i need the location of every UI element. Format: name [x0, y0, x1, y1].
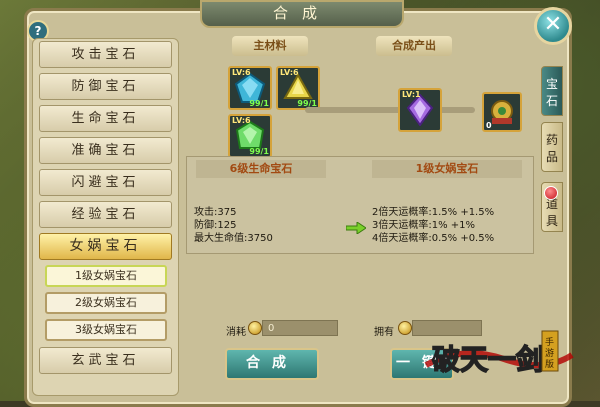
coin-icon [248, 321, 262, 335]
category-life-gem[interactable]: 生命宝石 [39, 105, 172, 132]
coin-icon [398, 321, 412, 335]
material-slot-blue-gem[interactable]: LV:6 99/1 [228, 66, 272, 110]
tab-gems[interactable]: 宝石 [541, 66, 563, 116]
subitem-nuwa-lv3[interactable]: 3级女娲宝石 [45, 319, 167, 341]
svg-text:版: 版 [545, 358, 554, 370]
source-gem-title: 6级生命宝石 [196, 160, 326, 178]
tab-gems-label: 宝石 [545, 77, 558, 108]
target-gem-title: 1级女娲宝石 [372, 160, 522, 178]
materials-header: 主材料 [232, 36, 308, 56]
output-header: 合成产出 [376, 36, 452, 56]
material-level: LV:6 [232, 116, 251, 125]
tab-items-label: 道具 [545, 197, 558, 228]
synthesis-track [305, 107, 475, 113]
tab-potions-label: 药品 [545, 133, 558, 164]
extra-item-slot[interactable]: 0 [482, 92, 522, 132]
subitem-nuwa-lv2[interactable]: 2级女娲宝石 [45, 292, 167, 314]
own-label: 拥有 [374, 327, 394, 338]
notification-dot [544, 186, 558, 200]
material-count: 99/1 [249, 147, 269, 156]
close-icon[interactable]: ✕ [534, 7, 572, 45]
category-nuwa-gem[interactable]: 女娲宝石 [39, 233, 172, 260]
category-defense-gem[interactable]: 防御宝石 [39, 73, 172, 100]
material-level: LV:6 [232, 68, 251, 77]
window-title: 合成 [200, 0, 404, 28]
svg-text:破天一剑: 破天一剑 [432, 343, 544, 376]
output-level: LV:1 [402, 90, 421, 99]
cost-value: 0 [262, 320, 338, 336]
target-stat-4x: 4倍天运概率:0.5% +0.5% [372, 233, 495, 244]
category-xuanwu-gem[interactable]: 玄武宝石 [39, 347, 172, 374]
game-logo: 破天一剑 手 游 版 [424, 325, 574, 385]
arrow-right-icon [346, 222, 366, 234]
material-slot-green-gem[interactable]: LV:6 99/1 [228, 114, 272, 158]
cost-label: 消耗 [226, 327, 246, 338]
source-stat-hp: 最大生命值:3750 [194, 233, 273, 244]
category-dodge-gem[interactable]: 闪避宝石 [39, 169, 172, 196]
svg-text:手: 手 [545, 336, 554, 348]
svg-text:游: 游 [545, 347, 554, 359]
treasure-icon [491, 100, 513, 124]
tab-potions[interactable]: 药品 [541, 122, 563, 172]
category-accuracy-gem[interactable]: 准确宝石 [39, 137, 172, 164]
extra-item-count: 0 [486, 121, 492, 130]
category-attack-gem[interactable]: 攻击宝石 [39, 41, 172, 68]
material-slot-yellow-gem[interactable]: LV:6 99/1 [276, 66, 320, 110]
subitem-nuwa-lv1[interactable]: 1级女娲宝石 [45, 265, 167, 287]
category-exp-gem[interactable]: 经验宝石 [39, 201, 172, 228]
material-count: 99/1 [249, 99, 269, 108]
compose-button[interactable]: 合成 [225, 348, 319, 380]
material-level: LV:6 [280, 68, 299, 77]
output-slot-purple-gem[interactable]: LV:1 [398, 88, 442, 132]
